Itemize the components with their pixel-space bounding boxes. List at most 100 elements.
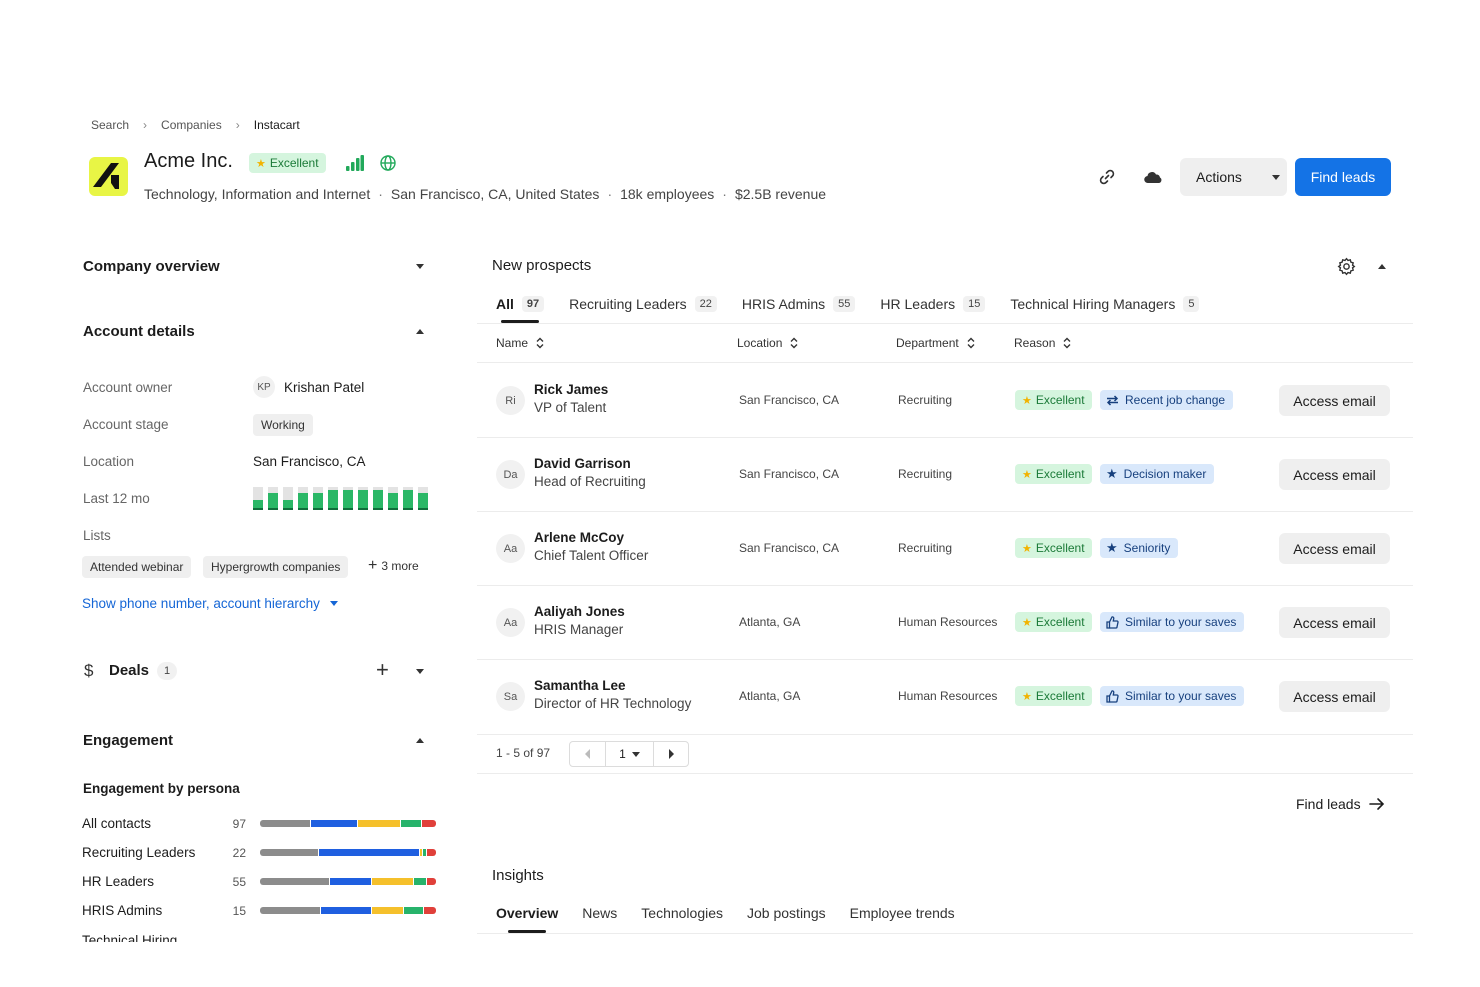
prospect-name[interactable]: David Garrison [534, 456, 631, 471]
avatar: KP [253, 376, 275, 398]
find-leads-link[interactable]: Find leads [1296, 796, 1385, 812]
list-tag[interactable]: Attended webinar [82, 556, 192, 578]
tab-all[interactable]: All 97 [496, 294, 545, 314]
access-email-button[interactable]: Access email [1279, 459, 1390, 490]
caret-up-icon[interactable] [416, 329, 424, 334]
tab-recruiting-leaders[interactable]: Recruiting Leaders 22 [569, 294, 717, 314]
plus-icon: + [368, 557, 378, 574]
lists-more-button[interactable]: + 3 more [368, 557, 419, 574]
sparkline-bar [388, 487, 398, 510]
persona-name: HRIS Admins [82, 903, 163, 918]
breadcrumb-search[interactable]: Search [91, 118, 129, 132]
account-stage-label: Account stage [83, 417, 169, 432]
caret-down-icon[interactable] [416, 264, 424, 269]
tab-job-postings[interactable]: Job postings [747, 905, 826, 921]
actions-button[interactable]: Actions [1180, 158, 1287, 196]
engagement-row: HR Leaders 55 [82, 874, 436, 889]
table-row[interactable]: Da David Garrison Head of Recruiting San… [477, 437, 1413, 511]
tab-employee-trends[interactable]: Employee trends [850, 905, 955, 921]
persona-count: 22 [232, 845, 246, 860]
breadcrumb-companies[interactable]: Companies [161, 118, 222, 132]
find-leads-button[interactable]: Find leads [1295, 158, 1391, 196]
star-icon: ★ [1022, 690, 1032, 703]
caret-left-icon [585, 749, 590, 759]
access-email-button[interactable]: Access email [1279, 681, 1390, 712]
page-select[interactable]: 1 [606, 742, 654, 766]
sparkline-base [418, 508, 428, 510]
prospect-name[interactable]: Arlene McCoy [534, 530, 624, 545]
tab-overview[interactable]: Overview [496, 905, 558, 921]
prospect-location: San Francisco, CA [739, 541, 840, 555]
engagement-segment [372, 878, 414, 885]
company-logo [89, 157, 128, 196]
sparkline-bar [298, 487, 308, 510]
access-email-button[interactable]: Access email [1279, 385, 1390, 416]
column-header-name[interactable]: Name [496, 336, 544, 350]
company-overview-title[interactable]: Company overview [83, 258, 220, 275]
caret-down-icon[interactable] [416, 669, 424, 674]
prospect-name[interactable]: Aaliyah Jones [534, 604, 625, 619]
avatar: Sa [496, 682, 525, 711]
sparkline-base [313, 508, 323, 510]
next-page-button[interactable] [654, 742, 688, 766]
chevron-right-icon: › [143, 118, 148, 132]
column-header-location[interactable]: Location [737, 336, 798, 350]
engagement-segment [318, 849, 419, 856]
prospect-title: Director of HR Technology [534, 696, 692, 711]
list-tag[interactable]: Hypergrowth companies [203, 556, 349, 578]
company-meta: Technology, Information and Internet · S… [144, 186, 827, 202]
company-revenue: $2.5B revenue [734, 186, 827, 202]
caret-up-icon[interactable] [1378, 264, 1386, 269]
settings-button[interactable] [1337, 257, 1356, 281]
star-icon: ★ [1022, 542, 1032, 555]
table-row[interactable]: Aa Aaliyah Jones HRIS Manager Atlanta, G… [477, 585, 1413, 659]
divider [477, 933, 1413, 934]
thumbs-up-icon [1106, 615, 1119, 629]
show-more-link[interactable]: Show phone number, account hierarchy [82, 596, 338, 611]
reason-badge: Similar to your saves [1100, 612, 1245, 632]
caret-up-icon[interactable] [416, 738, 424, 743]
table-row[interactable]: Aa Arlene McCoy Chief Talent Officer San… [477, 511, 1413, 585]
dollar-icon: $ [84, 661, 94, 680]
tab-technologies[interactable]: Technologies [641, 905, 723, 921]
thumbs-up-icon [1106, 689, 1119, 703]
sparkline-fill [343, 490, 353, 510]
engagement-title[interactable]: Engagement [83, 732, 173, 749]
prospect-name[interactable]: Rick James [534, 382, 608, 397]
globe-icon[interactable] [380, 155, 396, 176]
table-row[interactable]: Ri Rick James VP of Talent San Francisco… [477, 363, 1413, 437]
prospect-name[interactable]: Samantha Lee [534, 678, 626, 693]
account-owner-name[interactable]: Krishan Patel [284, 380, 364, 395]
persona-count: 97 [232, 816, 246, 831]
tab-technical-hiring-managers[interactable]: Technical Hiring Managers 5 [1010, 294, 1200, 314]
caret-down-icon [329, 601, 338, 606]
persona-name: Recruiting Leaders [82, 845, 196, 860]
star-icon: ★ [1106, 466, 1118, 481]
column-header-reason[interactable]: Reason [1014, 336, 1071, 350]
copy-link-button[interactable] [1089, 159, 1125, 195]
column-header-department[interactable]: Department [896, 336, 975, 350]
actions-label: Actions [1196, 169, 1242, 185]
access-email-button[interactable]: Access email [1279, 533, 1390, 564]
salesforce-button[interactable] [1135, 159, 1171, 195]
table-row[interactable]: Sa Samantha Lee Director of HR Technolog… [477, 659, 1413, 733]
engagement-row-cut: Technical Hiring [82, 933, 282, 942]
access-email-button[interactable]: Access email [1279, 607, 1390, 638]
add-deal-button[interactable]: + [376, 659, 389, 681]
tab-hris-admins[interactable]: HRIS Admins 55 [742, 294, 856, 314]
last-12-mo-label: Last 12 mo [83, 491, 150, 506]
swap-icon [1106, 394, 1119, 406]
sparkline-base [373, 508, 383, 510]
account-details-title[interactable]: Account details [83, 323, 195, 340]
tab-hr-leaders[interactable]: HR Leaders 15 [880, 294, 986, 314]
star-icon: ★ [1022, 616, 1032, 629]
engagement-segment [260, 849, 318, 856]
company-employees: 18k employees [620, 186, 715, 202]
sparkline-base [298, 508, 308, 510]
prev-page-button[interactable] [570, 742, 606, 766]
divider [477, 323, 1413, 324]
deals-title[interactable]: Deals [109, 662, 149, 679]
tab-news[interactable]: News [582, 905, 617, 921]
sparkline-fill [328, 490, 338, 510]
sort-icon [790, 337, 798, 349]
